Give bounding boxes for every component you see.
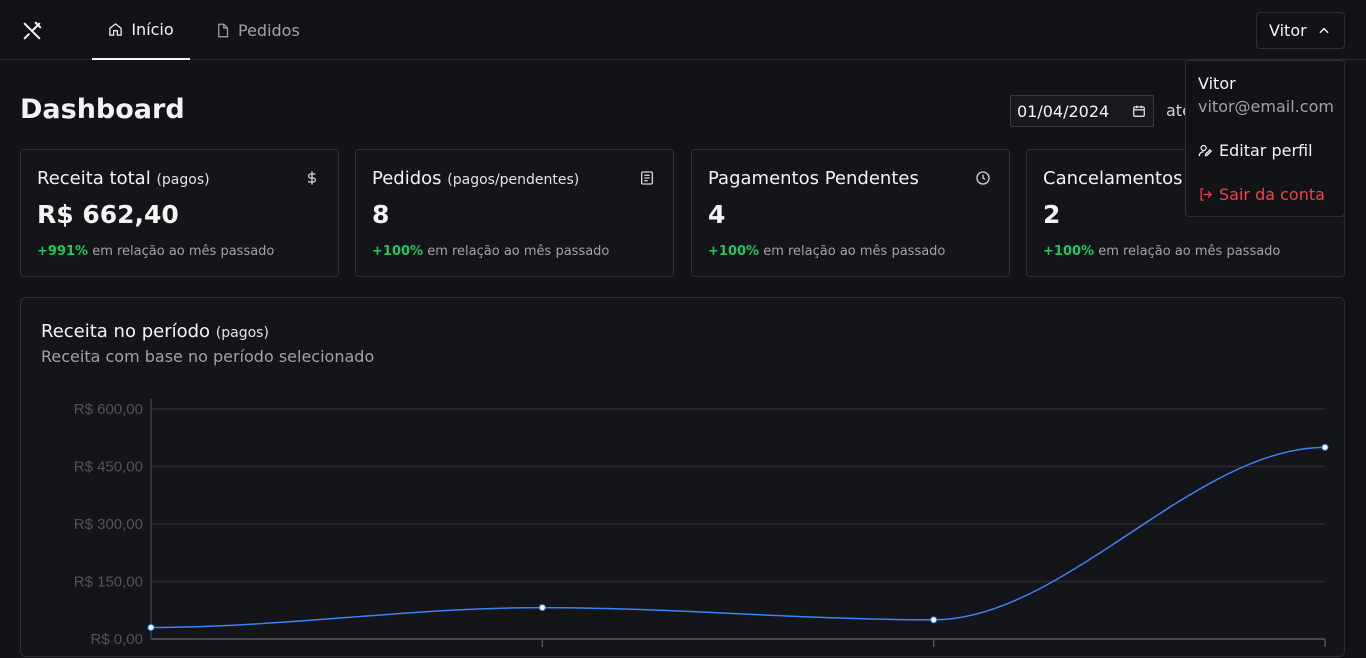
- card-change: +100% em relação ao mês passado: [1043, 244, 1281, 259]
- card-value: 8: [372, 200, 390, 229]
- card-title: Receita total (pagos): [37, 168, 210, 189]
- card-change: +100% em relação ao mês passado: [372, 244, 610, 259]
- y-tick-label: R$ 150,00: [74, 574, 143, 591]
- calendar-icon[interactable]: [1132, 104, 1146, 118]
- card-value: 2: [1043, 200, 1061, 229]
- tab-label: Início: [131, 19, 174, 39]
- file-icon: [218, 23, 229, 37]
- revenue-series-line: [150, 446, 1326, 629]
- data-point: [538, 604, 546, 612]
- card-title: Pedidos (pagos/pendentes): [372, 168, 580, 189]
- y-tick-label: R$ 0,00: [90, 631, 143, 648]
- logout-label: Sair da conta: [1219, 185, 1325, 204]
- card-title: Pagamentos Pendentes: [708, 168, 919, 189]
- card-value: 4: [708, 200, 726, 229]
- user-menu-button[interactable]: Vitor: [1256, 12, 1345, 49]
- chevron-up-icon: [1319, 27, 1329, 33]
- edit-profile-item[interactable]: Editar perfil: [1198, 141, 1313, 160]
- page-title: Dashboard: [20, 94, 185, 125]
- user-dropdown-menu: Vitor vitor@email.com Editar perfil Sair…: [1185, 60, 1345, 217]
- tab-label: Pedidos: [238, 20, 300, 40]
- date-value: 01/04/2024: [1017, 101, 1110, 121]
- logout-item[interactable]: Sair da conta: [1198, 185, 1325, 204]
- tab-pedidos[interactable]: Pedidos: [215, 0, 300, 60]
- data-point: [1321, 443, 1329, 451]
- y-tick-label: R$ 600,00: [74, 401, 143, 418]
- y-tick-label: R$ 300,00: [74, 516, 143, 533]
- log-out-icon: [1200, 188, 1213, 201]
- card-pagamentos-pendentes: Pagamentos Pendentes 4 +100% em relação …: [691, 149, 1010, 277]
- dollar-sign-icon: [308, 171, 316, 185]
- card-title: Cancelamentos: [1043, 168, 1183, 189]
- user-pen-icon: [1198, 144, 1213, 157]
- utensils-crossed-icon[interactable]: [21, 20, 43, 42]
- card-pedidos: Pedidos (pagos/pendentes) 8 +100% em rel…: [355, 149, 674, 277]
- tab-inicio[interactable]: Início: [92, 0, 190, 60]
- y-tick-label: R$ 450,00: [74, 459, 143, 476]
- card-change: +100% em relação ao mês passado: [708, 244, 946, 259]
- card-change: +991% em relação ao mês passado: [37, 244, 275, 259]
- dropdown-user-name: Vitor: [1198, 74, 1236, 93]
- clock-icon: [976, 171, 990, 185]
- card-value: R$ 662,40: [37, 200, 179, 229]
- receipt-icon: [641, 171, 653, 185]
- top-navbar: Início Pedidos Vitor: [0, 0, 1366, 60]
- date-from-input[interactable]: 01/04/2024: [1010, 95, 1154, 127]
- user-name: Vitor: [1269, 21, 1307, 40]
- revenue-chart-card: Receita no período (pagos) Receita com b…: [20, 297, 1345, 657]
- card-receita-total: Receita total (pagos) R$ 662,40 +991% em…: [20, 149, 339, 277]
- revenue-line-chart: R$ 600,00 R$ 450,00 R$ 300,00 R$ 150,00 R$ 0…: [74, 399, 1329, 648]
- data-point: [930, 616, 938, 624]
- dropdown-user-email: vitor@email.com: [1198, 97, 1334, 116]
- data-point: [147, 624, 155, 631]
- home-icon: [109, 22, 123, 36]
- edit-profile-label: Editar perfil: [1219, 141, 1313, 160]
